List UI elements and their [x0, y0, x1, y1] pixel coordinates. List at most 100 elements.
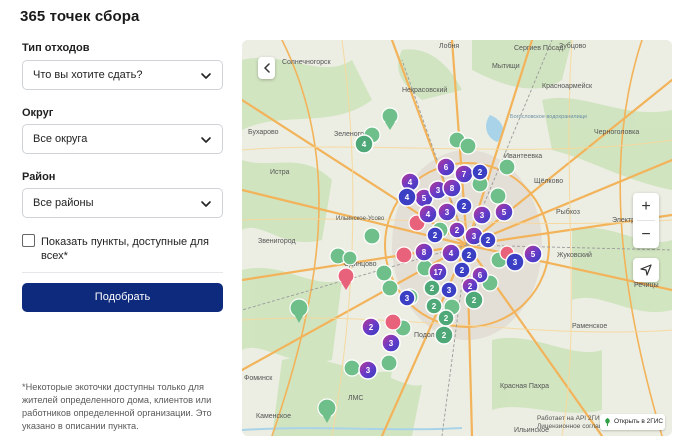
cluster-marker[interactable]: 2: [460, 246, 478, 264]
cluster-marker[interactable]: 7: [454, 164, 474, 184]
place-label: Бухарово: [248, 129, 279, 136]
cluster-marker[interactable]: 3: [358, 360, 378, 380]
place-label: Богословское водохранилище: [510, 114, 587, 120]
cluster-marker[interactable]: 4: [397, 187, 417, 207]
svg-text:3: 3: [436, 186, 441, 195]
area-select[interactable]: Все районы: [22, 188, 223, 218]
public-only-checkbox[interactable]: [22, 234, 35, 247]
place-label: Зубцово: [559, 42, 586, 50]
cluster-marker[interactable]: 4: [441, 243, 461, 263]
place-label: Рыбхоз: [556, 208, 580, 216]
area-value: Все районы: [33, 197, 94, 209]
place-label: Сергиев Посад: [514, 45, 563, 52]
cluster-marker[interactable]: 2: [434, 325, 454, 345]
cluster-marker[interactable]: 2: [426, 226, 444, 244]
cluster-marker[interactable]: 5: [494, 202, 514, 222]
2gis-logo-icon: [605, 418, 610, 426]
map-pin[interactable]: [375, 264, 393, 282]
public-only-label[interactable]: Показать пункты, доступные для всех*: [41, 235, 221, 263]
district-label: Округ: [22, 107, 54, 119]
svg-text:5: 5: [531, 250, 536, 259]
cluster-marker[interactable]: 3: [472, 205, 492, 225]
svg-text:2: 2: [444, 314, 449, 323]
svg-text:3: 3: [513, 258, 518, 267]
map-pin[interactable]: [459, 137, 477, 155]
waste-type-label: Тип отходов: [22, 42, 90, 54]
cluster-marker[interactable]: 2: [453, 261, 471, 279]
svg-text:3: 3: [445, 208, 450, 217]
map-pin-restricted[interactable]: [384, 313, 402, 331]
locate-me-button[interactable]: [633, 258, 659, 282]
cluster-marker[interactable]: 3: [398, 289, 416, 307]
map-canvas[interactable]: Солнечногорск Лобня Мытищи Некрасовский …: [242, 40, 672, 436]
cluster-marker[interactable]: 8: [414, 242, 434, 262]
zoom-in-button[interactable]: +: [633, 193, 659, 220]
map-pin[interactable]: [380, 354, 398, 372]
map-pin[interactable]: [381, 279, 399, 297]
cluster-marker[interactable]: 3: [440, 281, 458, 299]
cluster-marker[interactable]: 2: [425, 297, 443, 315]
svg-text:2: 2: [467, 251, 472, 260]
svg-text:5: 5: [422, 194, 427, 203]
place-label: Щёлково: [534, 178, 563, 185]
map-pin[interactable]: [342, 250, 358, 266]
cluster-marker[interactable]: 2: [464, 290, 484, 310]
chevron-left-icon: [263, 63, 270, 73]
svg-text:2: 2: [478, 168, 483, 177]
svg-text:3: 3: [389, 339, 394, 348]
cluster-marker[interactable]: 6: [436, 157, 456, 177]
svg-text:4: 4: [449, 249, 454, 258]
cluster-marker[interactable]: 4: [354, 134, 374, 154]
svg-text:4: 4: [408, 178, 413, 187]
place-label: Речицы: [634, 282, 659, 289]
svg-text:3: 3: [366, 366, 371, 375]
cluster-marker[interactable]: 17: [428, 262, 448, 282]
svg-text:2: 2: [468, 282, 473, 291]
cluster-marker[interactable]: 2: [437, 309, 455, 327]
map-pin-restricted[interactable]: [395, 246, 413, 264]
svg-text:3: 3: [480, 211, 485, 220]
waste-type-select[interactable]: Что вы хотите сдать?: [22, 60, 223, 90]
place-label: Красная Пахра: [500, 383, 549, 390]
place-label: ЛМС: [348, 395, 363, 402]
svg-text:17: 17: [434, 268, 443, 277]
svg-text:2: 2: [432, 302, 437, 311]
place-label: Красноармейск: [542, 82, 593, 90]
district-select[interactable]: Все округа: [22, 124, 223, 154]
map-pin[interactable]: [363, 227, 381, 245]
svg-text:3: 3: [472, 232, 477, 241]
zoom-out-button[interactable]: −: [633, 221, 659, 248]
svg-text:3: 3: [447, 286, 452, 295]
open-in-2gis-button[interactable]: Открыть в 2ГИС: [600, 414, 665, 430]
place-label: Истра: [270, 169, 290, 176]
cluster-marker[interactable]: 5: [523, 244, 543, 264]
map-pin[interactable]: [489, 187, 507, 205]
svg-text:2: 2: [442, 331, 447, 340]
svg-text:3: 3: [405, 294, 410, 303]
svg-text:4: 4: [426, 210, 431, 219]
map[interactable]: Солнечногорск Лобня Мытищи Некрасовский …: [242, 40, 672, 436]
cluster-marker[interactable]: 3: [505, 252, 525, 272]
area-label: Район: [22, 171, 56, 183]
cluster-marker[interactable]: 3: [437, 202, 457, 222]
cluster-marker[interactable]: 2: [423, 279, 441, 297]
cluster-marker[interactable]: 4: [418, 204, 438, 224]
chevron-down-icon: [201, 73, 211, 79]
svg-text:7: 7: [462, 170, 467, 179]
submit-button[interactable]: Подобрать: [22, 283, 223, 312]
cluster-marker[interactable]: 2: [479, 231, 497, 249]
svg-text:2: 2: [430, 284, 435, 293]
footnote: *Некоторые экоточки доступны только для …: [22, 382, 212, 431]
cluster-marker[interactable]: 3: [381, 333, 401, 353]
cluster-marker[interactable]: 2: [471, 163, 489, 181]
cluster-marker[interactable]: 2: [455, 197, 473, 215]
map-pin[interactable]: [498, 158, 516, 176]
svg-text:2: 2: [455, 226, 460, 235]
cluster-marker[interactable]: 2: [448, 221, 466, 239]
place-label: Фоминск: [244, 375, 273, 382]
map-pin[interactable]: [343, 359, 361, 377]
svg-text:2: 2: [472, 296, 477, 305]
open-in-2gis-label: Открыть в 2ГИС: [614, 418, 664, 425]
collapse-panel-button[interactable]: [258, 57, 275, 79]
cluster-marker[interactable]: 2: [361, 317, 381, 337]
